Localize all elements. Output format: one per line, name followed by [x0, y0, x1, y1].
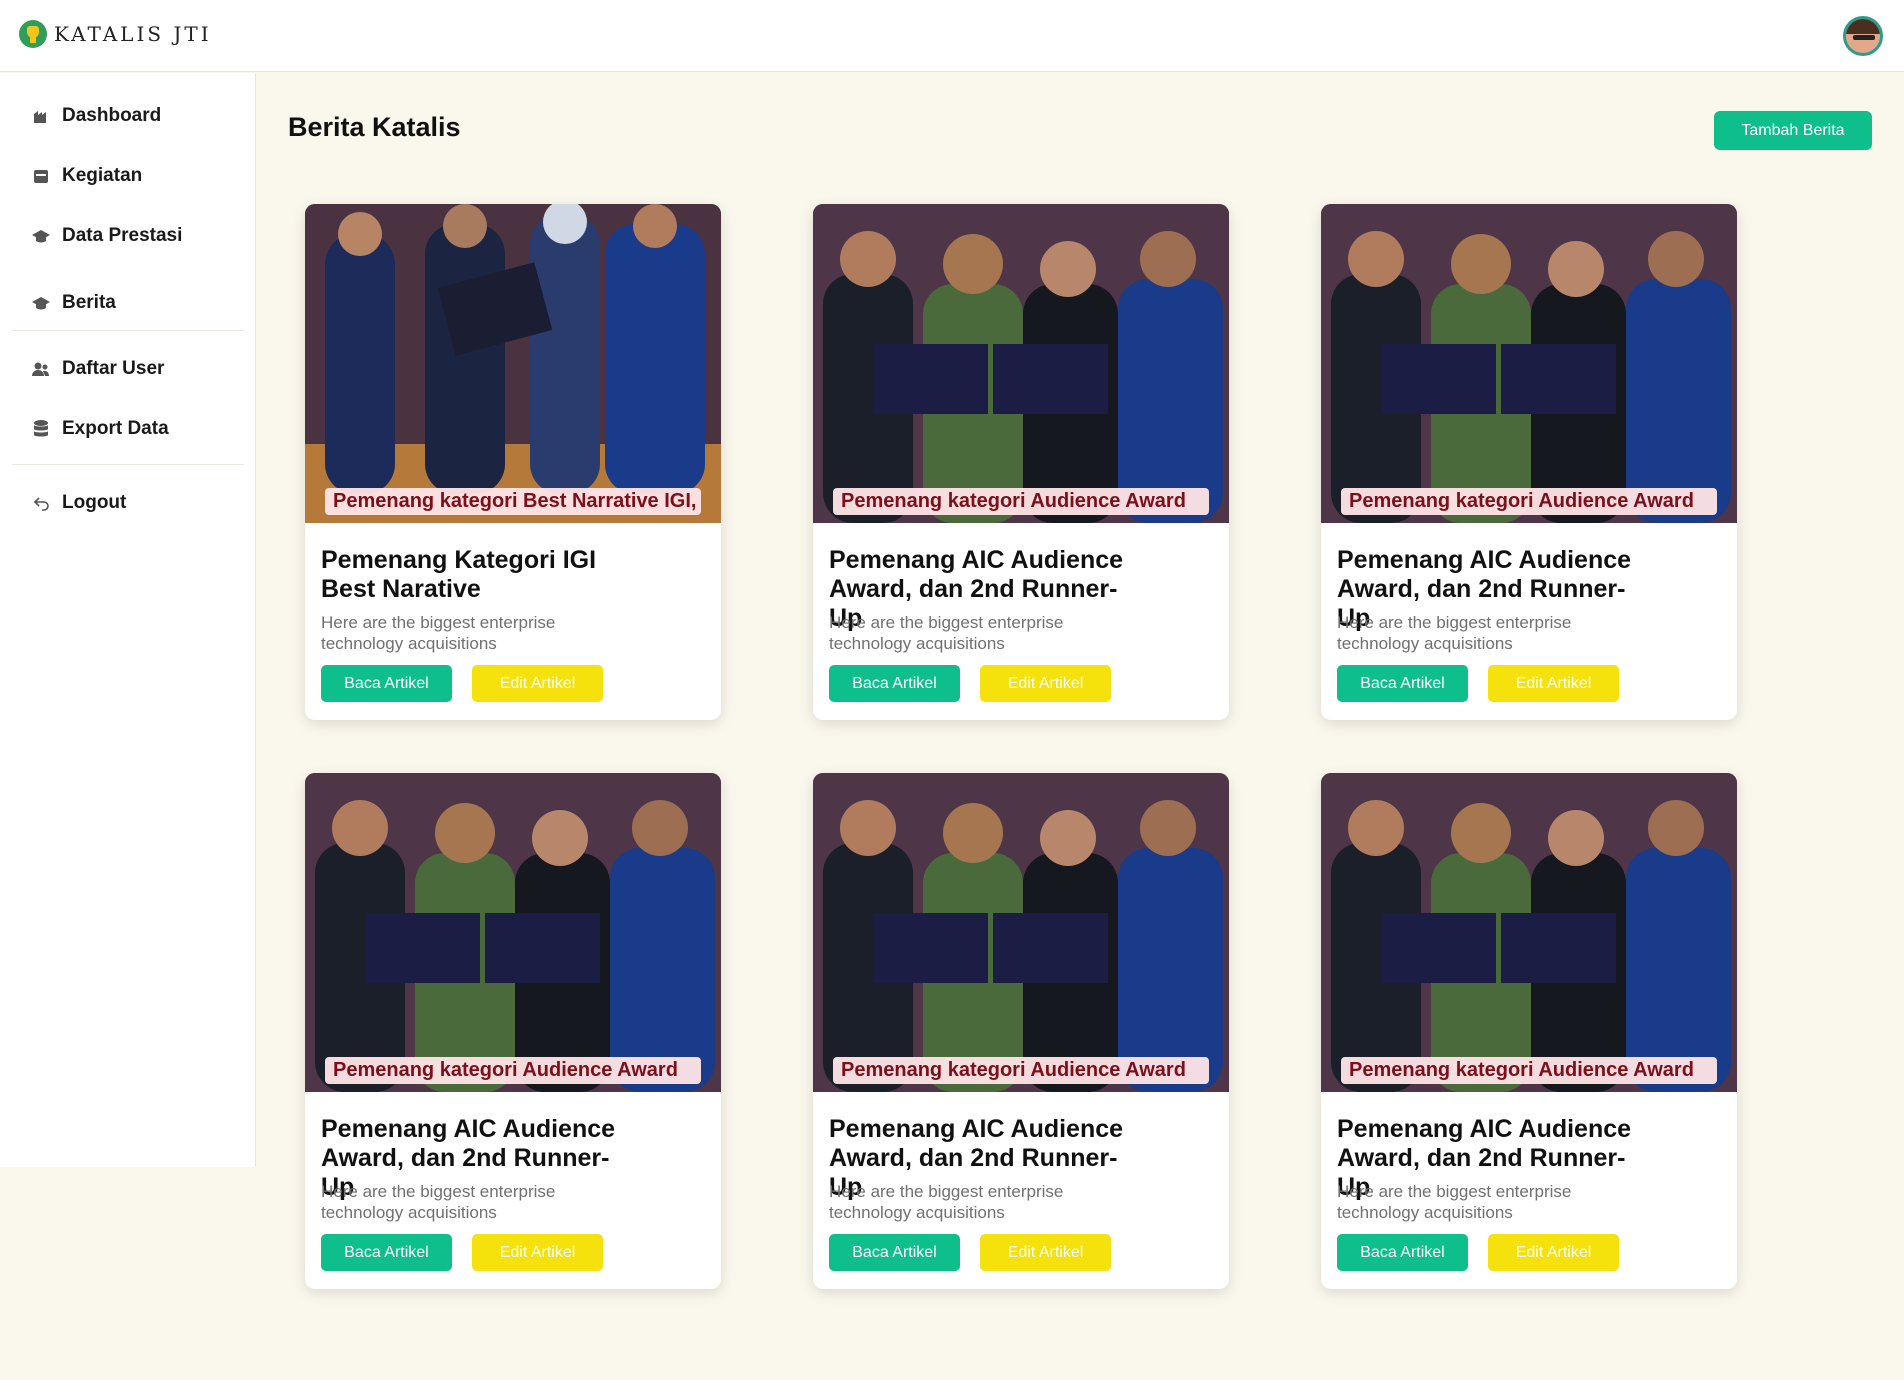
- news-card-description: Here are the biggest enterprise technolo…: [321, 1182, 556, 1222]
- graduation-cap-icon: [30, 292, 52, 314]
- edit-article-button[interactable]: Edit Artikel: [980, 1234, 1111, 1271]
- read-article-button[interactable]: Baca Artikel: [829, 665, 960, 702]
- graduation-cap-icon: [30, 225, 52, 247]
- read-article-button[interactable]: Baca Artikel: [321, 665, 452, 702]
- news-card-image[interactable]: Pemenang kategori Audience Award: [813, 773, 1229, 1092]
- edit-article-button[interactable]: Edit Artikel: [472, 1234, 603, 1271]
- news-card: Pemenang kategori Audience Award Pemenan…: [813, 204, 1229, 720]
- news-card-image[interactable]: Pemenang kategori Audience Award: [1321, 204, 1737, 523]
- news-card-image-caption: Pemenang kategori Audience Award: [833, 1057, 1209, 1084]
- sidebar-item-data-prestasi[interactable]: Data Prestasi: [30, 225, 182, 247]
- news-card-image-caption: Pemenang kategori Audience Award: [1341, 488, 1717, 515]
- news-card: Pemenang kategori Audience Award Pemenan…: [305, 773, 721, 1289]
- sidebar-item-daftar-user[interactable]: Daftar User: [30, 358, 164, 380]
- sidebar-divider: [12, 330, 244, 331]
- sidebar-item-logout[interactable]: Logout: [30, 492, 126, 514]
- edit-article-button[interactable]: Edit Artikel: [1488, 1234, 1619, 1271]
- edit-article-button[interactable]: Edit Artikel: [980, 665, 1111, 702]
- sidebar-divider: [12, 464, 244, 465]
- news-card-image-caption: Pemenang kategori Audience Award: [325, 1057, 701, 1084]
- read-article-button[interactable]: Baca Artikel: [1337, 665, 1468, 702]
- sidebar-item-kegiatan[interactable]: Kegiatan: [30, 165, 142, 187]
- news-card-description: Here are the biggest enterprise technolo…: [321, 613, 556, 653]
- news-card-image-caption: Pemenang kategori Best Narrative IGI,: [325, 488, 701, 515]
- read-article-button[interactable]: Baca Artikel: [1337, 1234, 1468, 1271]
- calendar-icon: [30, 165, 52, 187]
- read-article-button[interactable]: Baca Artikel: [829, 1234, 960, 1271]
- user-avatar[interactable]: [1843, 16, 1883, 56]
- edit-article-button[interactable]: Edit Artikel: [1488, 665, 1619, 702]
- trophy-logo-icon: [19, 20, 47, 48]
- top-bar: KATALIS JTI: [0, 0, 1904, 72]
- app-logo-text: KATALIS JTI: [54, 22, 212, 46]
- news-card-image[interactable]: Pemenang kategori Audience Award: [305, 773, 721, 1092]
- app-logo[interactable]: KATALIS JTI: [19, 20, 212, 48]
- news-card-description: Here are the biggest enterprise technolo…: [829, 1182, 1064, 1222]
- news-card-description: Here are the biggest enterprise technolo…: [1337, 613, 1572, 653]
- sidebar: Dashboard Kegiatan Data Prestasi Berita …: [0, 73, 256, 1167]
- read-article-button[interactable]: Baca Artikel: [321, 1234, 452, 1271]
- news-card-description: Here are the biggest enterprise technolo…: [829, 613, 1064, 653]
- dashboard-icon: [30, 105, 52, 127]
- news-card-image[interactable]: Pemenang kategori Best Narrative IGI,: [305, 204, 721, 523]
- news-card: Pemenang kategori Audience Award Pemenan…: [1321, 773, 1737, 1289]
- page-title: Berita Katalis: [288, 112, 461, 142]
- edit-article-button[interactable]: Edit Artikel: [472, 665, 603, 702]
- news-card-image-caption: Pemenang kategori Audience Award: [833, 488, 1209, 515]
- news-card-title: Pemenang Kategori IGI Best Narative: [321, 546, 597, 603]
- sidebar-item-berita[interactable]: Berita: [30, 292, 116, 314]
- logout-arrow-icon: [30, 492, 52, 514]
- news-card-image[interactable]: Pemenang kategori Audience Award: [813, 204, 1229, 523]
- news-card: Pemenang kategori Best Narrative IGI, Pe…: [305, 204, 721, 720]
- add-news-button[interactable]: Tambah Berita: [1714, 111, 1872, 150]
- news-card: Pemenang kategori Audience Award Pemenan…: [1321, 204, 1737, 720]
- users-icon: [30, 358, 52, 380]
- sidebar-item-export-data[interactable]: Export Data: [30, 418, 169, 440]
- database-icon: [30, 418, 52, 440]
- news-card-image-caption: Pemenang kategori Audience Award: [1341, 1057, 1717, 1084]
- news-card: Pemenang kategori Audience Award Pemenan…: [813, 773, 1229, 1289]
- news-card-image[interactable]: Pemenang kategori Audience Award: [1321, 773, 1737, 1092]
- sidebar-item-dashboard[interactable]: Dashboard: [30, 105, 161, 127]
- news-card-description: Here are the biggest enterprise technolo…: [1337, 1182, 1572, 1222]
